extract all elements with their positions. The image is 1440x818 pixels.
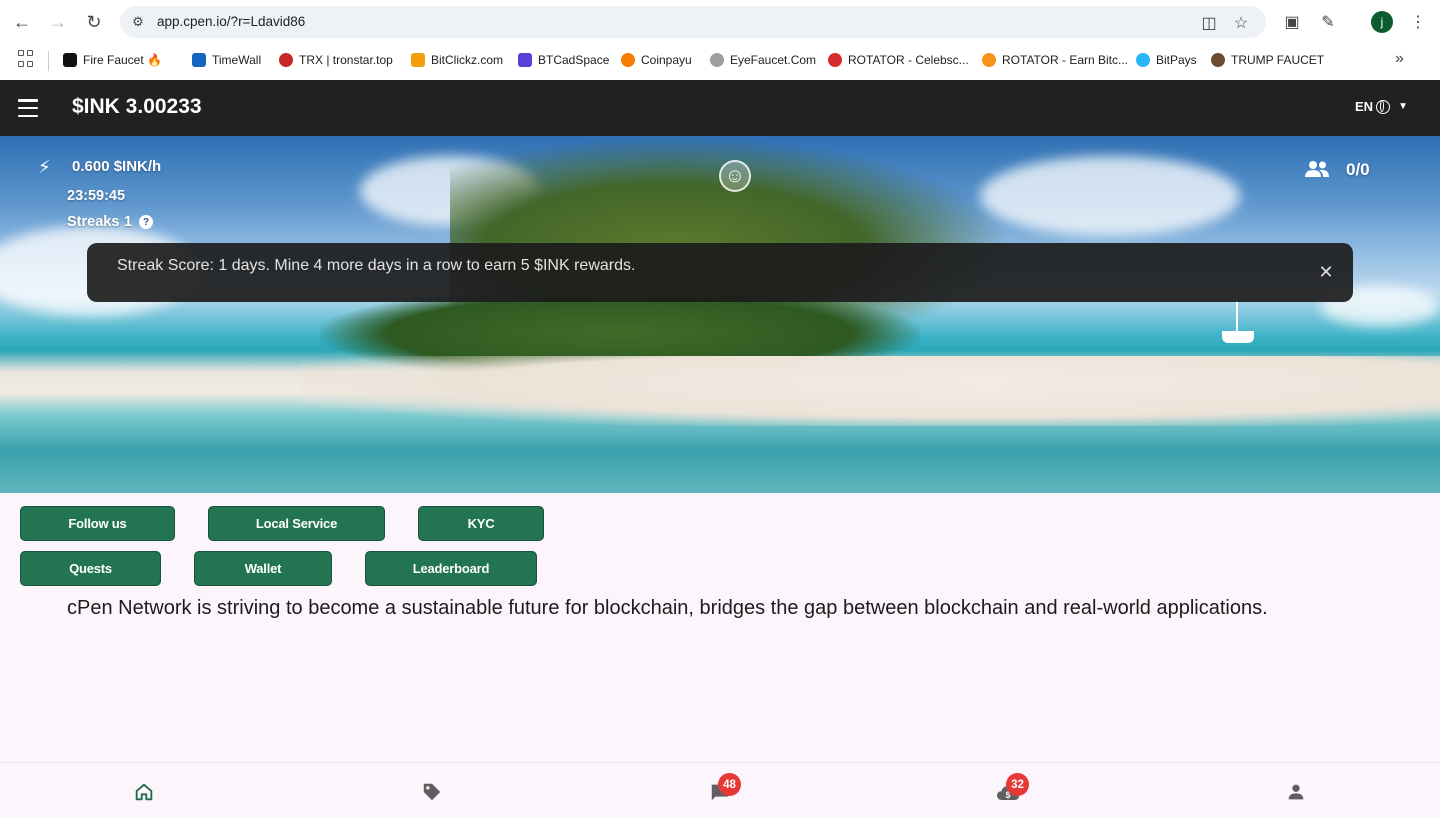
bookmark-favicon-icon bbox=[828, 53, 842, 67]
hamburger-menu-icon[interactable] bbox=[18, 99, 38, 117]
apps-grid-icon[interactable] bbox=[18, 50, 36, 68]
local-service-button[interactable]: Local Service bbox=[208, 506, 385, 541]
streaks-count: 1 bbox=[124, 214, 133, 230]
reload-icon[interactable]: ↻ bbox=[82, 10, 106, 34]
mining-timer: 23:59:45 bbox=[67, 188, 126, 204]
home-icon[interactable] bbox=[132, 780, 156, 804]
streaks-label: Streaks bbox=[67, 214, 120, 230]
chat-badge: 48 bbox=[718, 773, 741, 796]
referral-count: 0/0 bbox=[1346, 160, 1370, 179]
toast-message: Streak Score: 1 days. Mine 4 more days i… bbox=[117, 257, 636, 274]
mine-smiley-icon[interactable]: ☺ bbox=[719, 160, 751, 192]
bookmark-favicon-icon bbox=[1211, 53, 1225, 67]
browser-toolbar: ← → ↻ ⚙ app.cpen.io/?r=Ldavid86 ◫ ☆ ▣ ✎ … bbox=[0, 0, 1440, 44]
bookmark-item[interactable]: BitPays bbox=[1136, 50, 1197, 70]
bookmark-favicon-icon bbox=[411, 53, 425, 67]
browser-menu-icon[interactable]: ⋮ bbox=[1406, 10, 1430, 34]
rewards-badge: 32 bbox=[1006, 773, 1029, 796]
profile-avatar[interactable]: j bbox=[1371, 11, 1393, 33]
ink-balance: $INK 3.00233 bbox=[72, 95, 202, 118]
extensions-icon[interactable]: ✎ bbox=[1316, 10, 1340, 34]
sand-decoration bbox=[300, 356, 1440, 426]
bookmark-item[interactable]: EyeFaucet.Com bbox=[710, 50, 816, 70]
follow-us-button[interactable]: Follow us bbox=[20, 506, 175, 541]
language-selector[interactable]: EN ▼ bbox=[1355, 99, 1408, 114]
app-header: $INK 3.00233 EN ▼ bbox=[0, 80, 1440, 136]
install-app-icon[interactable]: ◫ bbox=[1198, 12, 1220, 34]
bookmark-star-icon[interactable]: ☆ bbox=[1230, 12, 1252, 34]
bookmark-item[interactable]: TRX | tronstar.top bbox=[279, 50, 393, 70]
bookmark-item[interactable]: BitClickz.com bbox=[411, 50, 503, 70]
cloud-decoration bbox=[980, 156, 1240, 236]
lightning-bolt-icon: ⚡︎ bbox=[38, 157, 51, 177]
forward-arrow-icon[interactable]: → bbox=[46, 10, 70, 34]
bookmark-item[interactable]: ROTATOR - Earn Bitc... bbox=[982, 50, 1128, 70]
language-code: EN bbox=[1355, 99, 1374, 114]
bottom-navigation: 48 $ 32 bbox=[0, 762, 1440, 818]
bookmark-favicon-icon bbox=[710, 53, 724, 67]
bookmark-favicon-icon bbox=[621, 53, 635, 67]
hero-banner bbox=[0, 136, 1440, 493]
back-arrow-icon[interactable]: ← bbox=[10, 10, 34, 34]
more-bookmarks-icon[interactable]: » bbox=[1395, 50, 1404, 68]
profile-person-icon[interactable] bbox=[1284, 780, 1308, 804]
address-bar[interactable]: ⚙ app.cpen.io/?r=Ldavid86 ◫ ☆ bbox=[120, 6, 1266, 38]
bookmark-favicon-icon bbox=[518, 53, 532, 67]
bookmark-favicon-icon bbox=[1136, 53, 1150, 67]
bookmark-item[interactable]: TRUMP FAUCET bbox=[1211, 50, 1324, 70]
leaderboard-button[interactable]: Leaderboard bbox=[365, 551, 537, 586]
help-icon[interactable]: ? bbox=[139, 215, 153, 229]
close-icon[interactable]: ✕ bbox=[1316, 262, 1336, 282]
bookmark-item[interactable]: BTCadSpace bbox=[518, 50, 609, 70]
quests-button[interactable]: Quests bbox=[20, 551, 161, 586]
bookmark-favicon-icon bbox=[279, 53, 293, 67]
bookmark-favicon-icon bbox=[982, 53, 996, 67]
bookmark-favicon-icon bbox=[192, 53, 206, 67]
url-text[interactable]: app.cpen.io/?r=Ldavid86 bbox=[157, 14, 305, 29]
kyc-button[interactable]: KYC bbox=[418, 506, 544, 541]
chevron-down-icon: ▼ bbox=[1398, 101, 1408, 112]
tag-icon[interactable] bbox=[420, 780, 444, 804]
streak-toast: Streak Score: 1 days. Mine 4 more days i… bbox=[87, 243, 1353, 302]
sailboat-decoration bbox=[1222, 291, 1254, 343]
wallet-button[interactable]: Wallet bbox=[194, 551, 332, 586]
bookmark-item[interactable]: ROTATOR - Celebsc... bbox=[828, 50, 969, 70]
bookmark-item[interactable]: TimeWall bbox=[192, 50, 261, 70]
globe-icon bbox=[1376, 99, 1391, 114]
network-description: cPen Network is striving to become a sus… bbox=[67, 597, 1268, 619]
bookmarks-divider bbox=[48, 51, 49, 71]
bookmark-item[interactable]: Fire Faucet 🔥 bbox=[63, 50, 162, 70]
bookmark-favicon-icon bbox=[63, 53, 77, 67]
site-settings-icon[interactable]: ⚙ bbox=[128, 12, 148, 32]
tab-search-icon[interactable]: ▣ bbox=[1280, 10, 1304, 34]
people-icon bbox=[1305, 161, 1329, 177]
bookmark-item[interactable]: Coinpayu bbox=[621, 50, 692, 70]
mining-rate: 0.600 $INK/h bbox=[72, 158, 162, 175]
